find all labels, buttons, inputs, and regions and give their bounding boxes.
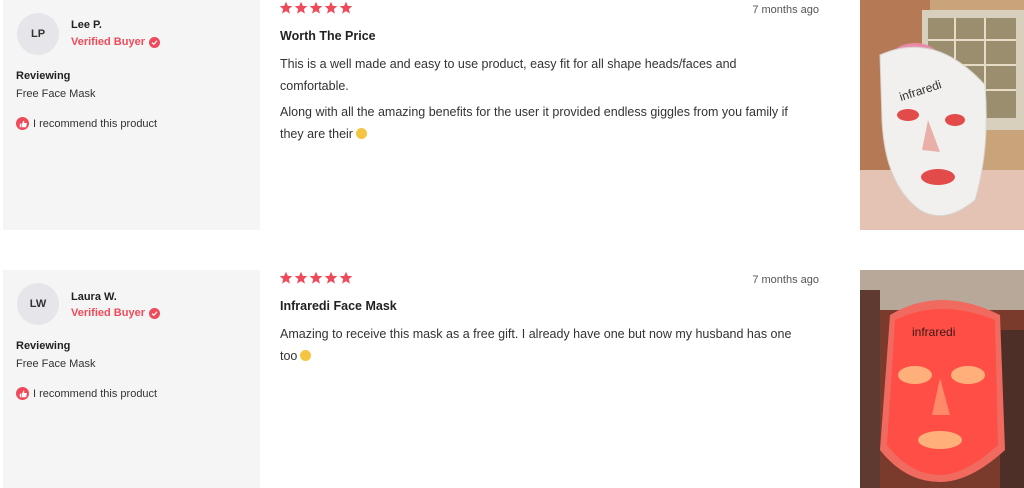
- reviewer-panel: LW Laura W. Verified Buyer Reviewing Fre…: [3, 270, 260, 488]
- star-icon: [279, 271, 293, 284]
- person-wearing-red-glowing-led-mask-photo: infraredi: [860, 270, 1024, 488]
- check-circle-icon: [148, 307, 160, 319]
- recommend-label: I recommend this product: [33, 117, 158, 130]
- smiling-emoji-icon: [300, 350, 312, 361]
- reviewed-product: Free Face Mask: [16, 358, 96, 370]
- laughing-emoji-icon: [355, 128, 367, 139]
- review-paragraph: Along with all the amazing benefits for …: [280, 105, 788, 141]
- star-rating: [279, 1, 353, 15]
- review-photo[interactable]: infraredi: [860, 270, 1024, 488]
- reviewer-panel: LP Lee P. Verified Buyer Reviewing Free …: [3, 0, 260, 230]
- star-icon: [339, 1, 353, 14]
- star-icon: [339, 271, 353, 284]
- recommend-note: I recommend this product: [16, 387, 157, 400]
- star-rating: [279, 271, 353, 285]
- star-icon: [294, 271, 308, 284]
- person-wearing-white-led-mask-photo: infraredi: [860, 0, 1024, 230]
- verified-badge: Verified Buyer: [71, 36, 160, 48]
- recommend-note: I recommend this product: [16, 117, 157, 130]
- reviewer-name: Laura W.: [71, 291, 117, 303]
- recommend-label: I recommend this product: [33, 387, 158, 400]
- verified-badge: Verified Buyer: [71, 307, 160, 319]
- star-icon: [294, 1, 308, 14]
- review-date: 7 months ago: [752, 4, 819, 16]
- reviewing-label: Reviewing: [16, 340, 71, 352]
- review-body: This is a well made and easy to use prod…: [280, 53, 800, 149]
- reviewing-label: Reviewing: [16, 70, 71, 82]
- star-icon: [279, 1, 293, 14]
- reviewer-name: Lee P.: [71, 19, 102, 31]
- review-photo[interactable]: infraredi: [860, 0, 1024, 230]
- review-title: Infraredi Face Mask: [280, 299, 397, 313]
- review-title: Worth The Price: [280, 29, 376, 43]
- star-icon: [309, 1, 323, 14]
- review-paragraph: This is a well made and easy to use prod…: [280, 57, 737, 93]
- verified-label: Verified Buyer: [71, 36, 145, 48]
- verified-label: Verified Buyer: [71, 307, 145, 319]
- review-body: Amazing to receive this mask as a free g…: [280, 323, 800, 371]
- avatar: LW: [17, 283, 59, 325]
- review-date: 7 months ago: [752, 274, 819, 286]
- thumbs-up-icon: [16, 117, 29, 130]
- reviewed-product: Free Face Mask: [16, 88, 96, 100]
- avatar: LP: [17, 13, 59, 55]
- star-icon: [324, 271, 338, 284]
- check-circle-icon: [148, 36, 160, 48]
- star-icon: [324, 1, 338, 14]
- star-icon: [309, 271, 323, 284]
- thumbs-up-icon: [16, 387, 29, 400]
- mask-brand-text: infraredi: [912, 325, 955, 339]
- review-paragraph: Amazing to receive this mask as a free g…: [280, 327, 792, 363]
